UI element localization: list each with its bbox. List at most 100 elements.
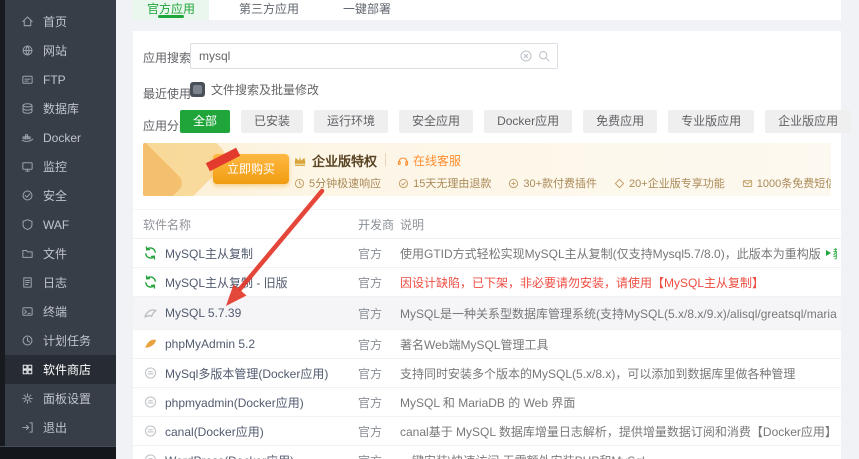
tab-label: 一键部署 [343,2,391,16]
tutorial-link-label: 教程 [833,245,837,262]
search-label: 应用搜索 [143,49,191,66]
app-vendor: 官方 [358,239,382,267]
privilege-label: 企业版特权 [312,151,377,170]
app-vendor: 官方 [358,417,382,445]
sidebar-item-home[interactable]: 首页 [5,7,116,36]
category-enterprise-apps[interactable]: 企业版应用 [765,110,851,133]
app-name: phpmyadmin(Docker应用) [165,388,304,416]
sidebar-item-label: 计划任务 [43,332,91,349]
clock-icon [294,178,305,189]
category-all[interactable]: 全部 [180,110,230,133]
sidebar-item-label: 面板设置 [43,390,91,407]
app-table: 软件名称 开发商 说明 MySQL主从复制 官方 使用GTID方式轻松实现MyS… [133,209,841,459]
active-tab-underline [158,15,184,18]
replication-icon [143,246,158,261]
home-icon [21,15,34,28]
sidebar-item-label: 文件 [43,245,67,262]
docker-icon [21,131,34,144]
mysql-icon [143,306,158,321]
header-vendor: 开发商 [358,210,394,238]
table-row-mysql-replication[interactable]: MySQL主从复制 官方 使用GTID方式轻松实现MySQL主从复制(仅支持My… [133,239,841,268]
sidebar: 首页 网站 FTP 数据库 Docker 监控 [0,0,116,459]
table-row-mysql-5-7-39[interactable]: MySQL 5.7.39 官方 MySQL是一种关系型数据库管理系统(支持MyS… [133,297,841,330]
globe-icon [21,44,34,57]
enterprise-promo-banner: 立即购买 企业版特权 在线客服 5分钟极速响应 15天无理由退款 [143,143,831,196]
sidebar-item-database[interactable]: 数据库 [5,94,116,123]
tab-label: 第三方应用 [239,2,299,16]
crown-icon [293,154,307,168]
sidebar-item-label: 安全 [43,187,67,204]
replication-icon [143,275,158,290]
tab-one-click-deploy[interactable]: 一键部署 [329,0,405,20]
table-row-mysql-multiversion-docker[interactable]: MySql多版本管理(Docker应用) 官方 支持同时安装多个版本的MySQL… [133,359,841,388]
table-row-canal-docker[interactable]: canal(Docker应用) 官方 canal基于 MySQL 数据库增量日志… [133,417,841,446]
docker-app-icon [143,366,158,381]
app-description-warning: 因设计缺陷，已下架，非必要请勿安装，请使用【MySQL主从复制】 [400,268,837,296]
app-vendor: 官方 [358,330,382,358]
app-name: MySQL 5.7.39 [165,297,241,329]
category-security-apps[interactable]: 安全应用 [399,110,473,133]
sidebar-item-label: 退出 [43,419,67,436]
app-vendor: 官方 [358,297,382,329]
sidebar-item-ftp[interactable]: FTP [5,65,116,94]
feature-label: 20+企业版专享功能 [629,175,725,191]
online-service-link[interactable]: 在线客服 [397,152,461,169]
sidebar-item-security[interactable]: 安全 [5,181,116,210]
table-row-wordpress-docker[interactable]: WordPress(Docker应用) 官方 一键安装\快速访问,无需额外安装P… [133,446,841,459]
sidebar-item-cron[interactable]: 计划任务 [5,326,116,355]
app-description: 一键安装\快速访问,无需额外安装PHP和MySql [400,446,837,459]
tab-label: 官方应用 [147,2,195,16]
sidebar-menu: 首页 网站 FTP 数据库 Docker 监控 [5,7,116,442]
logs-icon [21,276,34,289]
docker-app-icon [143,424,158,439]
security-icon [21,189,34,202]
tab-third-party-apps[interactable]: 第三方应用 [225,0,313,20]
category-installed[interactable]: 已安装 [241,110,303,133]
sidebar-item-logout[interactable]: 退出 [5,413,116,442]
cron-icon [21,334,34,347]
buy-now-button[interactable]: 立即购买 [213,154,289,184]
sidebar-item-docker[interactable]: Docker [5,123,116,152]
header-software-name: 软件名称 [143,210,191,238]
clear-icon[interactable] [520,50,532,62]
docker-app-icon [143,453,158,459]
sidebar-item-label: 网站 [43,42,67,59]
ftp-icon [21,73,34,86]
app-vendor: 官方 [358,359,382,387]
tab-official-apps[interactable]: 官方应用 [133,0,209,20]
sidebar-item-waf[interactable]: WAF [5,210,116,239]
category-pro-apps[interactable]: 专业版应用 [668,110,754,133]
sidebar-item-label: 首页 [43,13,67,30]
tutorial-link[interactable]: 教程 [826,245,837,262]
monitor-icon [21,160,34,173]
sidebar-item-files[interactable]: 文件 [5,239,116,268]
table-row-phpmyadmin-docker[interactable]: phpmyadmin(Docker应用) 官方 MySQL 和 MariaDB … [133,388,841,417]
feature-label: 30+款付费插件 [523,175,597,191]
app-description: 使用GTID方式轻松实现MySQL主从复制(仅支持Mysql5.7/8.0)，此… [400,239,837,267]
category-runtime[interactable]: 运行环境 [314,110,388,133]
app-vendor: 官方 [358,388,382,416]
sidebar-item-logs[interactable]: 日志 [5,268,116,297]
sidebar-item-label: WAF [43,218,69,232]
sidebar-item-monitor[interactable]: 监控 [5,152,116,181]
sidebar-bottom-strip [0,446,116,459]
search-input[interactable] [191,44,557,68]
table-row-phpmyadmin-5-2[interactable]: phpMyAdmin 5.2 官方 著名Web端MySQL管理工具 [133,330,841,359]
app-name: canal(Docker应用) [165,417,264,445]
sidebar-item-website[interactable]: 网站 [5,36,116,65]
search-icon[interactable] [538,50,550,62]
enterprise-privilege-title: 企业版特权 [293,151,377,170]
settings-icon [21,392,34,405]
app-description: canal基于 MySQL 数据库增量日志解析，提供增量数据订阅和消费【Dock… [400,417,837,445]
sidebar-item-app-store[interactable]: 软件商店 [5,355,116,384]
sms-icon [742,178,753,189]
sidebar-item-panel-settings[interactable]: 面板设置 [5,384,116,413]
sidebar-item-label: 终端 [43,303,67,320]
recent-app-item[interactable]: 文件搜索及批量修改 [190,81,319,98]
table-row-mysql-replication-old[interactable]: MySQL主从复制 - 旧版 官方 因设计缺陷，已下架，非必要请勿安装，请使用【… [133,268,841,297]
sidebar-item-terminal[interactable]: 终端 [5,297,116,326]
category-docker-apps[interactable]: Docker应用 [484,110,572,133]
sidebar-item-label: Docker [43,131,81,145]
feature-item: 1000条免费短信（年付） [742,175,831,191]
category-free-apps[interactable]: 免费应用 [583,110,657,133]
